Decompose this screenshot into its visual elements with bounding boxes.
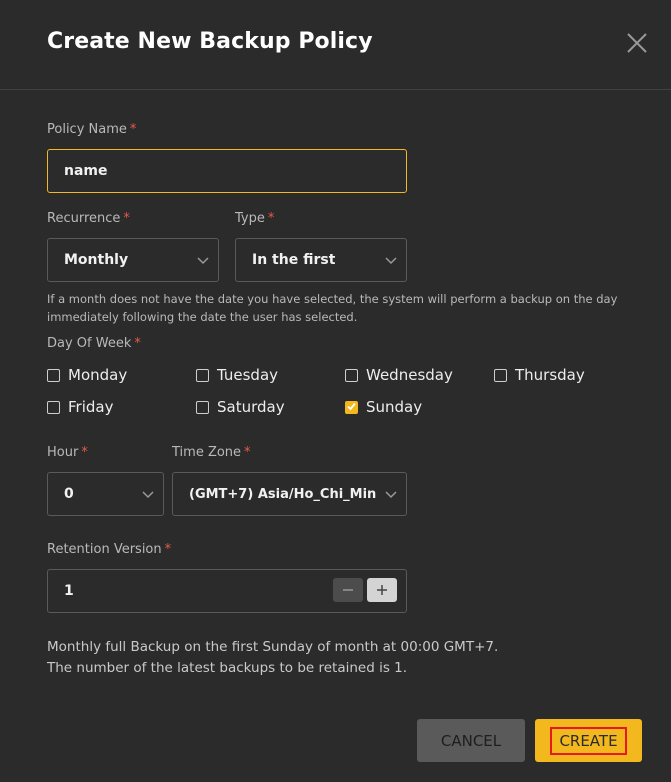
retention-stepper[interactable]: 1 [47, 569, 407, 613]
type-select[interactable]: In the first [235, 238, 407, 282]
required-mark: * [164, 542, 172, 557]
checkbox-tuesday[interactable]: Tuesday [196, 366, 278, 384]
policy-summary: Monthly full Backup on the first Sunday … [47, 637, 498, 679]
checkbox-box[interactable] [345, 368, 358, 382]
type-value: In the first [252, 252, 336, 268]
required-mark: * [134, 336, 141, 351]
retention-label: Retention Version * [47, 542, 172, 557]
checkmark-icon [346, 402, 356, 411]
required-mark: * [123, 211, 130, 226]
summary-line: Monthly full Backup on the first Sunday … [47, 639, 499, 655]
time-zone-select[interactable]: (GMT+7) Asia/Ho_Chi_Minh [172, 472, 407, 516]
close-icon[interactable] [622, 28, 652, 58]
chevron-down-icon [385, 491, 397, 499]
hour-select[interactable]: 0 [47, 472, 164, 516]
header-divider [0, 89, 671, 90]
recurrence-note: If a month does not have the date you ha… [47, 292, 618, 324]
create-button[interactable]: CREATE [535, 719, 642, 762]
day-of-week-label: Day Of Week * [47, 336, 141, 351]
chevron-down-icon [385, 257, 397, 265]
checkbox-box[interactable] [196, 368, 209, 382]
checkbox-sunday[interactable]: Sunday [345, 398, 422, 416]
checkbox-wednesday[interactable]: Wednesday [345, 366, 453, 384]
dialog-title: Create New Backup Policy [47, 29, 373, 54]
create-label: CREATE [550, 726, 627, 755]
recurrence-select[interactable]: Monthly [47, 238, 219, 282]
checkbox-label: Monday [68, 366, 128, 384]
checkbox-label: Thursday [515, 366, 585, 384]
chevron-down-icon [197, 257, 209, 265]
required-mark: * [244, 445, 251, 460]
cancel-label: CANCEL [440, 731, 502, 750]
required-mark: * [267, 211, 275, 226]
checkbox-box[interactable] [345, 400, 358, 414]
checkbox-monday[interactable]: Monday [47, 366, 127, 384]
checkbox-thursday[interactable]: Thursday [494, 366, 585, 384]
checkbox-box[interactable] [196, 400, 209, 414]
decrement-button[interactable] [333, 578, 363, 602]
checkbox-friday[interactable]: Friday [47, 398, 113, 416]
policy-name-input[interactable]: name [47, 149, 407, 193]
chevron-down-icon [142, 491, 154, 499]
cancel-button[interactable]: CANCEL [417, 719, 525, 762]
checkbox-label: Tuesday [217, 366, 279, 384]
checkbox-label: Saturday [217, 398, 285, 416]
time-zone-value: (GMT+7) Asia/Ho_Chi_Minh [189, 486, 376, 502]
required-mark: * [129, 122, 137, 137]
summary-line: The number of the latest backups to be r… [47, 660, 408, 676]
increment-button[interactable] [367, 578, 397, 602]
checkbox-saturday[interactable]: Saturday [196, 398, 285, 416]
checkbox-box[interactable] [47, 368, 60, 382]
checkbox-box[interactable] [47, 400, 60, 414]
type-label: Type * [235, 211, 275, 226]
policy-name-label: Policy Name * [47, 122, 137, 137]
hour-value: 0 [64, 486, 74, 502]
minus-icon [343, 589, 353, 591]
plus-icon [377, 585, 387, 595]
checkbox-box[interactable] [494, 368, 507, 382]
checkbox-label: Wednesday [366, 366, 453, 384]
retention-value: 1 [64, 583, 74, 599]
time-zone-label: Time Zone * [172, 445, 251, 460]
checkbox-label: Sunday [366, 398, 423, 416]
recurrence-label: Recurrence * [47, 211, 130, 226]
hour-label: Hour * [47, 445, 88, 460]
policy-name-value: name [64, 163, 108, 179]
required-mark: * [81, 445, 88, 460]
recurrence-value: Monthly [64, 252, 129, 268]
checkbox-label: Friday [68, 398, 114, 416]
